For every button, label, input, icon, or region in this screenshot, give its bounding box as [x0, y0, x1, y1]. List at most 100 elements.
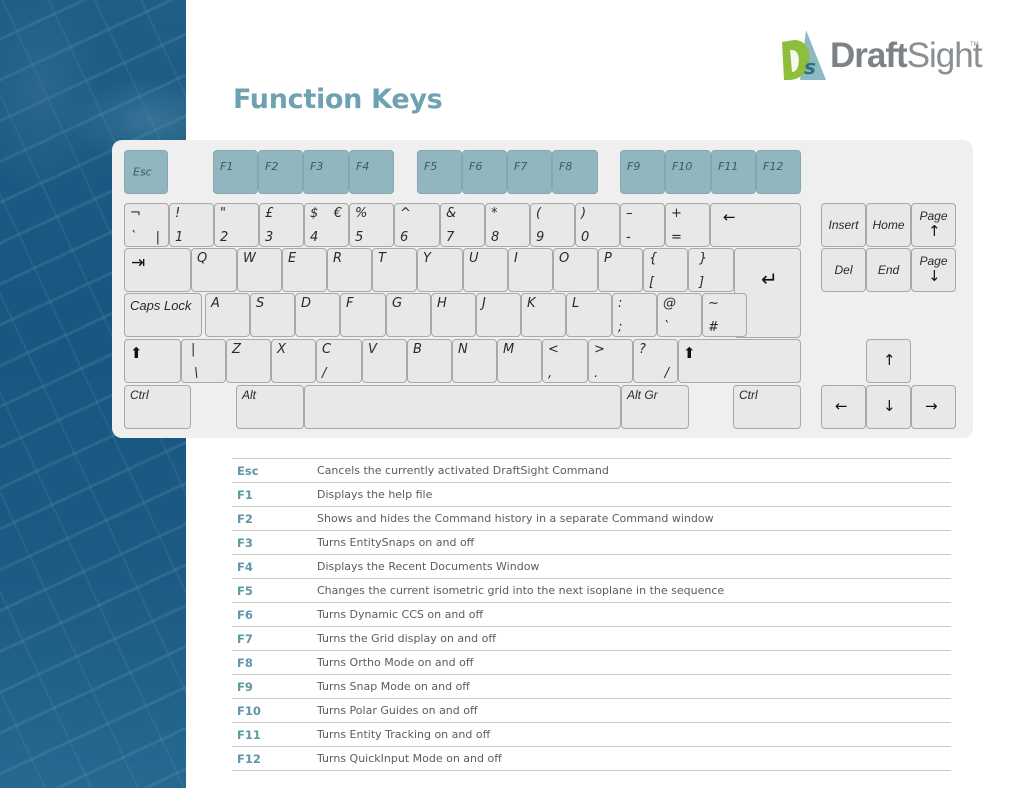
- key-backspace[interactable]: ←: [710, 203, 801, 247]
- key-at[interactable]: @ `: [657, 293, 702, 337]
- key-arrow-down[interactable]: ↓: [866, 385, 911, 429]
- key-3[interactable]: £3: [259, 203, 304, 247]
- key-label: F1: [220, 160, 234, 173]
- shortcut-description: Turns QuickInput Mode on and off: [317, 752, 502, 765]
- key-right-shift[interactable]: ⬆: [678, 339, 801, 383]
- shortcut-key: F10: [237, 704, 261, 718]
- key-n[interactable]: N: [452, 339, 497, 383]
- key-label-bottom: 7: [446, 230, 455, 245]
- key-del[interactable]: Del: [821, 248, 866, 292]
- key-arrow-left[interactable]: ←: [821, 385, 866, 429]
- arrow-down-icon: ↓: [928, 267, 941, 285]
- key-label: A: [211, 296, 220, 311]
- key-m[interactable]: M: [497, 339, 542, 383]
- key-f3[interactable]: F3: [303, 150, 349, 194]
- key-b[interactable]: B: [407, 339, 452, 383]
- key-t[interactable]: T: [372, 248, 417, 292]
- key-arrow-up[interactable]: ↑: [866, 339, 911, 383]
- key-label: W: [243, 251, 256, 266]
- trademark: TM: [970, 42, 979, 48]
- key-0[interactable]: ) 0: [575, 203, 620, 247]
- key-open-bracket[interactable]: {[: [643, 248, 688, 292]
- key-close-bracket[interactable]: }]: [688, 248, 734, 292]
- key-2[interactable]: " 2: [214, 203, 259, 247]
- key-f4[interactable]: F4: [349, 150, 394, 194]
- key-semicolon[interactable]: :;: [612, 293, 657, 337]
- key-5[interactable]: % 5: [349, 203, 394, 247]
- key-period[interactable]: >.: [588, 339, 633, 383]
- key-f6[interactable]: F6: [462, 150, 507, 194]
- key-label-bottom: 3: [265, 230, 274, 245]
- key-f1[interactable]: F1: [213, 150, 258, 194]
- key-insert[interactable]: Insert: [821, 203, 866, 247]
- key-tab[interactable]: ⇥: [124, 248, 191, 292]
- key-d[interactable]: D: [295, 293, 340, 337]
- key-u[interactable]: U: [463, 248, 508, 292]
- key-z[interactable]: Z: [226, 339, 271, 383]
- key-comma[interactable]: <,: [542, 339, 588, 383]
- key-i[interactable]: I: [508, 248, 553, 292]
- key-9[interactable]: (9: [530, 203, 575, 247]
- key-page-down[interactable]: Page ↓: [911, 248, 956, 292]
- key-label-top: £: [265, 206, 274, 221]
- key-l[interactable]: L: [566, 293, 612, 337]
- key-left-shift[interactable]: ⬆: [124, 339, 181, 383]
- key-f10[interactable]: F10: [665, 150, 711, 194]
- key-space[interactable]: [304, 385, 621, 429]
- key-page-up[interactable]: Page ↑: [911, 203, 956, 247]
- key-label: T: [378, 251, 386, 266]
- shortcut-description: Turns Ortho Mode on and off: [317, 656, 474, 669]
- key-o[interactable]: O: [553, 248, 598, 292]
- key-k[interactable]: K: [521, 293, 566, 337]
- key-equals[interactable]: + =: [665, 203, 710, 247]
- key-r[interactable]: R: [327, 248, 372, 292]
- key-y[interactable]: Y: [417, 248, 463, 292]
- key-label-top: }: [699, 251, 708, 266]
- key-j[interactable]: J: [476, 293, 521, 337]
- key-p[interactable]: P: [598, 248, 643, 292]
- key-f11[interactable]: F11: [711, 150, 756, 194]
- key-7[interactable]: & 7: [440, 203, 485, 247]
- key-slash[interactable]: ? /: [633, 339, 678, 383]
- key-x[interactable]: X: [271, 339, 316, 383]
- key-4[interactable]: $ €4: [304, 203, 349, 247]
- shortcut-key: F3: [237, 536, 253, 550]
- key-w[interactable]: W: [237, 248, 282, 292]
- key-h[interactable]: H: [431, 293, 476, 337]
- key-end[interactable]: End: [866, 248, 911, 292]
- key-c[interactable]: C /: [316, 339, 362, 383]
- key-label-top: !: [175, 206, 181, 221]
- key-backtick[interactable]: ¬ ` |: [124, 203, 169, 247]
- key-q[interactable]: Q: [191, 248, 237, 292]
- key-f8[interactable]: F8: [552, 150, 598, 194]
- key-alt[interactable]: Alt: [236, 385, 304, 429]
- key-f2[interactable]: F2: [258, 150, 303, 194]
- key-f7[interactable]: F7: [507, 150, 552, 194]
- key-backslash[interactable]: | \: [181, 339, 226, 383]
- key-f9[interactable]: F9: [620, 150, 665, 194]
- key-f12[interactable]: F12: [756, 150, 801, 194]
- key-right-ctrl[interactable]: Ctrl: [733, 385, 801, 429]
- key-left-ctrl[interactable]: Ctrl: [124, 385, 191, 429]
- key-home[interactable]: Home: [866, 203, 911, 247]
- key-hash[interactable]: ~ #: [702, 293, 747, 337]
- arrow-left-icon: ←: [835, 397, 848, 415]
- key-1[interactable]: ! 1: [169, 203, 214, 247]
- key-label: Alt: [242, 388, 257, 402]
- key-arrow-right[interactable]: →: [911, 385, 956, 429]
- key-6[interactable]: ^ 6: [394, 203, 440, 247]
- key-e[interactable]: E: [282, 248, 327, 292]
- key-caps-lock[interactable]: Caps Lock: [124, 293, 202, 337]
- key-minus[interactable]: – -: [620, 203, 665, 247]
- key-esc[interactable]: Esc: [124, 150, 168, 194]
- shortcut-description: Changes the current isometric grid into …: [317, 584, 725, 597]
- key-g[interactable]: G: [386, 293, 431, 337]
- key-a[interactable]: A: [205, 293, 250, 337]
- key-8[interactable]: * 8: [485, 203, 530, 247]
- key-f[interactable]: F: [340, 293, 386, 337]
- key-f5[interactable]: F5: [417, 150, 462, 194]
- key-s[interactable]: S: [250, 293, 295, 337]
- key-v[interactable]: V: [362, 339, 407, 383]
- key-alt-gr[interactable]: Alt Gr: [621, 385, 689, 429]
- key-label-top: ): [581, 206, 587, 221]
